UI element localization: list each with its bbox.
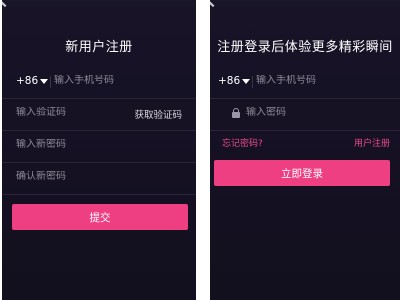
page-title: 新用户注册: [65, 40, 133, 55]
submit-button[interactable]: 提交: [12, 204, 188, 230]
phone-row: +86: [2, 68, 196, 99]
phone-input[interactable]: [256, 75, 386, 86]
confirm-password-input[interactable]: [16, 171, 156, 182]
divider: [50, 76, 51, 88]
register-screen: 新用户注册 +86 获取验证码 提交: [2, 0, 196, 300]
back-chevron-icon[interactable]: [210, 0, 221, 8]
caret-down-icon[interactable]: [242, 79, 250, 84]
forgot-password-link[interactable]: 忘记密码?: [222, 136, 263, 149]
verification-code-input[interactable]: [16, 107, 116, 118]
country-code-selector[interactable]: +86: [218, 75, 240, 87]
caret-down-icon[interactable]: [40, 79, 48, 84]
password-row: [210, 100, 400, 131]
lock-icon: [232, 108, 240, 118]
new-password-row: [2, 132, 196, 163]
divider: [252, 76, 253, 88]
phone-row: +86: [210, 68, 400, 99]
new-password-input[interactable]: [16, 139, 156, 150]
password-input[interactable]: [246, 107, 376, 118]
login-button[interactable]: 立即登录: [214, 160, 390, 186]
page-title: 注册登录后体验更多精彩瞬间: [217, 40, 393, 55]
get-code-button[interactable]: 获取验证码: [134, 107, 182, 121]
country-code-selector[interactable]: +86: [16, 75, 38, 87]
register-link[interactable]: 用户注册: [354, 136, 390, 149]
login-screen: 注册登录后体验更多精彩瞬间 +86 忘记密码? 用户注册 立即登录: [210, 0, 400, 300]
confirm-password-row: [2, 164, 196, 195]
back-chevron-icon[interactable]: [2, 0, 13, 8]
phone-input[interactable]: [54, 75, 174, 86]
code-row: 获取验证码: [2, 100, 196, 131]
